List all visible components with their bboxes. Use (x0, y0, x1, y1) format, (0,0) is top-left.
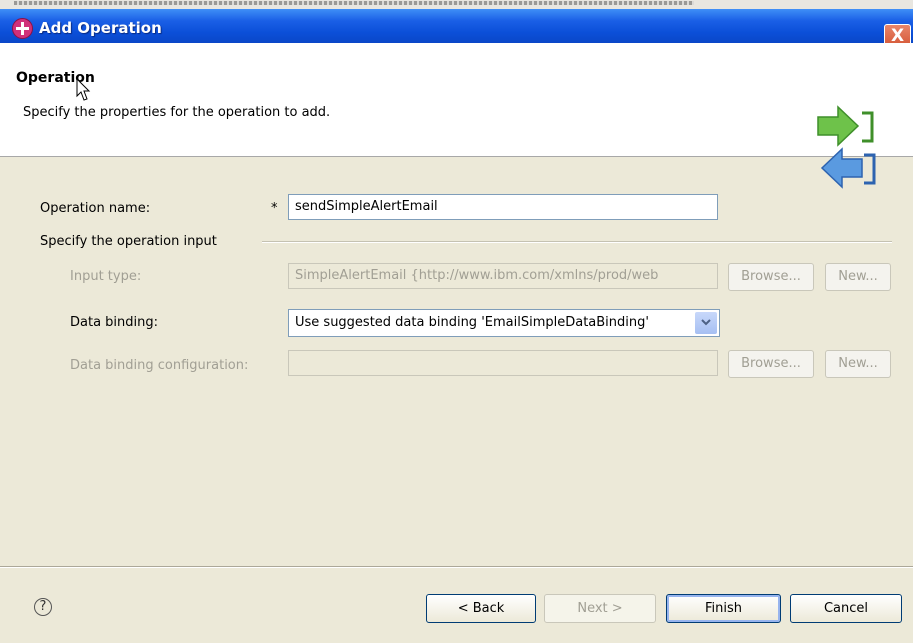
section-separator (262, 241, 892, 243)
add-operation-icon (12, 18, 33, 39)
data-binding-value: Use suggested data binding 'EmailSimpleD… (295, 315, 649, 330)
input-type-field: SimpleAlertEmail {http://www.ibm.com/xml… (288, 263, 718, 289)
dropdown-arrow-button[interactable] (695, 312, 717, 334)
cancel-button[interactable]: Cancel (790, 594, 902, 623)
data-binding-config-label: Data binding configuration: (70, 358, 249, 373)
data-binding-config-new-button: New... (825, 350, 891, 378)
operation-name-label: Operation name: (40, 201, 151, 216)
data-binding-config-browse-button: Browse... (728, 350, 814, 378)
section-label: Specify the operation input (40, 234, 217, 249)
chevron-down-icon (701, 319, 711, 326)
input-type-label: Input type: (70, 269, 142, 284)
input-type-browse-button: Browse... (728, 263, 814, 291)
window-title: Add Operation (39, 19, 162, 37)
footer-separator (0, 566, 913, 568)
data-binding-label: Data binding: (70, 315, 159, 330)
next-button: Next > (544, 594, 656, 623)
title-bar[interactable]: Add Operation X (0, 9, 913, 51)
input-type-new-button: New... (825, 263, 891, 291)
data-binding-select[interactable]: Use suggested data binding 'EmailSimpleD… (288, 309, 720, 337)
back-button[interactable]: < Back (426, 594, 536, 623)
background-window-strip (0, 0, 913, 9)
help-icon[interactable]: ? (34, 598, 52, 616)
data-binding-config-field (288, 350, 718, 376)
wizard-header: Operation Specify the properties for the… (0, 43, 913, 189)
required-marker: * (271, 201, 278, 216)
finish-button[interactable]: Finish (666, 594, 781, 623)
operation-name-input[interactable]: sendSimpleAlertEmail (288, 194, 718, 220)
mouse-cursor-icon (76, 78, 91, 101)
page-description: Specify the properties for the operation… (23, 105, 331, 120)
wizard-body: Operation name: * sendSimpleAlertEmail S… (0, 157, 913, 566)
